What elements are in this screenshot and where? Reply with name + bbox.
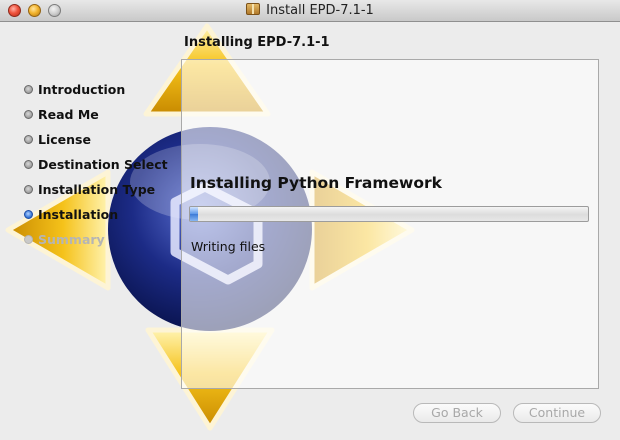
page-title: Installing EPD-7.1-1 bbox=[184, 35, 330, 50]
window-title-group: Install EPD-7.1-1 bbox=[0, 3, 620, 18]
step-label: Installation bbox=[38, 207, 119, 222]
step-bullet-icon bbox=[24, 160, 33, 169]
continue-button[interactable]: Continue bbox=[513, 403, 601, 423]
step-label: License bbox=[38, 132, 91, 147]
step-label: Summary bbox=[38, 232, 105, 247]
package-icon bbox=[246, 3, 261, 15]
install-status-title: Installing Python Framework bbox=[190, 174, 442, 192]
installer-window: Install EPD-7.1-1 Installing EPD-7.1-1 I… bbox=[0, 0, 620, 440]
step-bullet-icon bbox=[24, 110, 33, 119]
step-label: Introduction bbox=[38, 82, 126, 97]
window-title: Install EPD-7.1-1 bbox=[266, 3, 374, 18]
step-bullet-icon bbox=[24, 135, 33, 144]
step-bullet-icon bbox=[24, 235, 33, 244]
step-bullet-icon bbox=[24, 85, 33, 94]
title-bar: Install EPD-7.1-1 bbox=[0, 0, 620, 22]
install-status-detail: Writing files bbox=[191, 239, 266, 254]
step-current-bullet-icon bbox=[24, 210, 33, 219]
install-progress-fill bbox=[190, 207, 198, 221]
go-back-button[interactable]: Go Back bbox=[413, 403, 501, 423]
step-bullet-icon bbox=[24, 185, 33, 194]
install-progress-bar bbox=[189, 206, 589, 222]
step-label: Destination Select bbox=[38, 157, 168, 172]
step-label: Read Me bbox=[38, 107, 99, 122]
step-label: Installation Type bbox=[38, 182, 156, 197]
content-panel: Installing Python Framework Writing file… bbox=[181, 59, 599, 389]
